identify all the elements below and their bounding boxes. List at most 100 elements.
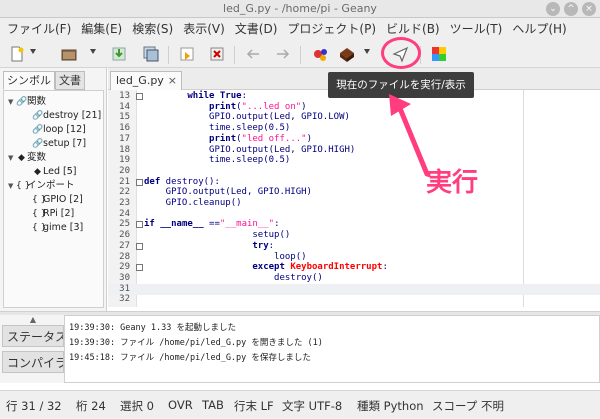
close-icon[interactable] [208,45,226,63]
status-mode: OVR [168,398,193,412]
tree-item[interactable]: 🔗loop [12] [24,123,86,137]
toolbar [0,40,600,68]
new-file-dropdown[interactable] [30,49,36,54]
color-chooser-icon[interactable] [430,45,448,63]
maximize-button[interactable]: ^ [564,2,578,16]
open-file-dropdown[interactable] [90,49,96,54]
expander-icon[interactable]: ▼ [8,95,16,109]
code-text: GPIO.output(Led, GPIO.HIGH) [144,187,312,198]
code-line[interactable]: 19 time.sleep(0.5) [108,155,600,166]
symbol-icon: { } [32,223,47,233]
menu-project[interactable]: プロジェクト(P) [282,18,381,40]
revert-icon[interactable] [178,45,196,63]
minimize-button[interactable]: ⌄ [546,2,560,16]
code-line[interactable]: 21 def destroy(): [108,177,600,188]
line-number: 13 [119,91,130,101]
menu-file[interactable]: ファイル(F) [2,18,76,40]
menu-help[interactable]: ヘルプ(H) [507,18,571,40]
tab-symbols[interactable]: シンボル [3,71,55,90]
code-token: time.sleep(0.5) [144,123,291,134]
code-line[interactable]: 20 [108,166,600,177]
sidebar-tabs: シンボル 文書 [3,71,85,90]
code-line[interactable]: 17 print("led off...") [108,134,600,145]
code-line[interactable]: 28 loop() [108,252,600,263]
expander-icon[interactable]: ▼ [8,179,16,193]
code-token: GPIO.output(Led, GPIO.LOW) [144,112,350,123]
tree-item[interactable]: { }RPi [2] [24,207,74,221]
fold-marker-icon[interactable] [136,242,143,250]
tree-item[interactable]: { }gime [3] [24,221,83,235]
code-line[interactable]: 26 setup() [108,230,600,241]
code-token: GPIO.output(Led, GPIO.HIGH) [144,144,356,155]
tree-item[interactable]: 🔗destroy [21] [24,109,101,123]
build-icon[interactable] [338,45,356,63]
close-window-button[interactable]: × [582,2,596,16]
tree-item[interactable]: 🔗setup [7] [24,137,86,151]
code-line[interactable]: 16 time.sleep(0.5) [108,123,600,134]
code-text: def destroy(): [144,177,220,188]
code-text: except KeyboardInterrupt: [144,262,387,273]
tab-documents[interactable]: 文書 [55,71,85,90]
code-line[interactable]: 25 if __name__ =="__main__": [108,219,600,230]
save-icon[interactable] [110,45,128,63]
fold-marker-icon[interactable] [136,264,143,272]
tree-item[interactable]: { }GPIO [2] [24,193,83,207]
menu-search[interactable]: 検索(S) [127,18,178,40]
tab-status[interactable]: ステータス [2,325,64,347]
back-arrow-icon[interactable] [244,45,262,63]
scroll-up-icon[interactable]: ▲ [2,315,64,325]
code-line[interactable]: 31 [108,283,600,295]
expander-icon[interactable]: ▼ [8,151,16,165]
code-line[interactable]: 29 except KeyboardInterrupt: [108,262,600,273]
code-line[interactable]: 14 print("...led on") [108,102,600,113]
code-line[interactable]: 27 try: [108,241,600,252]
code-token: destroy(): [160,176,220,187]
code-token: loop() [144,251,307,262]
code-line[interactable]: 15 GPIO.output(Led, GPIO.LOW) [108,112,600,123]
menu-document[interactable]: 文書(D) [230,18,283,40]
menu-edit[interactable]: 編集(E) [76,18,127,40]
menu-tools[interactable]: ツール(T) [445,18,508,40]
tree-item[interactable]: ▼ ◆ 変数 [8,151,46,165]
symbol-icon: { } [16,181,31,191]
code-line[interactable]: 22 GPIO.output(Led, GPIO.HIGH) [108,187,600,198]
tab-close-icon[interactable]: × [168,72,177,89]
tree-item[interactable]: ▼ 🔗関数 [8,95,46,109]
menu-view[interactable]: 表示(V) [178,18,230,40]
code-text: GPIO.cleanup() [144,198,242,209]
symbol-tree: ▼ 🔗関数 🔗destroy [21] 🔗loop [12] 🔗setup [7] ▼ ◆ 変… [3,90,104,308]
code-text: try: [144,241,274,252]
new-file-icon[interactable] [8,45,26,63]
highlight-circle [381,37,421,69]
sidebar: シンボル 文書 ▼ 🔗関数 🔗destroy [21] 🔗loop [12] 🔗setu… [0,68,107,311]
toolbar-separator [300,46,301,64]
code-line[interactable]: 18 GPIO.output(Led, GPIO.HIGH) [108,145,600,156]
save-all-icon[interactable] [142,45,160,63]
file-tab[interactable]: led_G.py × [110,71,182,90]
code-line[interactable]: 32 [108,294,600,305]
fold-marker-icon[interactable] [136,178,143,186]
forward-arrow-icon[interactable] [274,45,292,63]
tree-item-label: loop [12] [43,124,86,135]
code-token: == [203,219,220,230]
code-line[interactable]: 23 GPIO.cleanup() [108,198,600,209]
symbol-icon: 🔗 [32,125,44,135]
tree-item-label: destroy [21] [43,110,102,121]
fold-marker-icon[interactable] [136,221,143,229]
status-encoding: 文字 UTF-8 [282,399,343,413]
build-dropdown[interactable] [364,49,370,54]
fold-marker-icon[interactable] [136,93,143,100]
tree-item[interactable]: ▼{ }インポート [8,179,75,193]
open-file-icon[interactable] [60,45,78,63]
tab-compiler[interactable]: コンパイラ [2,351,64,373]
tree-item[interactable]: ◆ Led [5] [24,165,76,179]
code-token: True [219,91,242,101]
menu-build[interactable]: ビルド(B) [381,18,445,40]
line-number: 24 [119,208,130,219]
code-editor[interactable]: 13 while True: 14 print("...led on") 15 GP… [108,90,600,307]
compile-icon[interactable] [312,45,330,63]
log-line: 19:45:18: ファイル /home/pi/led_G.py を保存しました [69,353,311,363]
code-line[interactable]: 30 destroy() [108,273,600,284]
code-token: if [144,219,155,230]
code-token: : [268,240,275,251]
